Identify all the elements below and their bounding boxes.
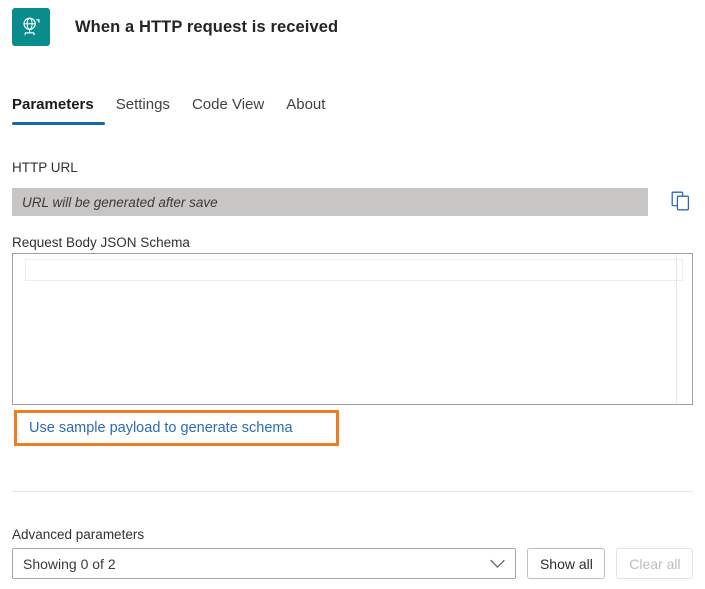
advanced-parameters-dropdown-value: Showing 0 of 2 bbox=[13, 556, 116, 572]
tab-settings-label: Settings bbox=[116, 96, 170, 113]
advanced-parameters-row: Showing 0 of 2 Show all Clear all bbox=[12, 548, 693, 579]
copy-icon bbox=[671, 191, 690, 214]
tab-about[interactable]: About bbox=[275, 92, 336, 118]
page-title: When a HTTP request is received bbox=[75, 18, 338, 37]
use-sample-payload-link[interactable]: Use sample payload to generate schema bbox=[17, 413, 336, 443]
tab-parameters[interactable]: Parameters bbox=[12, 92, 105, 118]
request-body-schema-label: Request Body JSON Schema bbox=[12, 235, 190, 250]
request-body-schema-editor[interactable] bbox=[12, 253, 693, 405]
schema-editor-gutter-divider bbox=[676, 255, 677, 403]
advanced-parameters-label: Advanced parameters bbox=[12, 527, 144, 542]
http-url-input[interactable] bbox=[12, 188, 648, 216]
tab-parameters-label: Parameters bbox=[12, 96, 94, 113]
sample-payload-highlight-box: Use sample payload to generate schema bbox=[14, 410, 339, 446]
http-url-label: HTTP URL bbox=[12, 160, 78, 175]
tab-selected-indicator bbox=[12, 122, 105, 125]
operation-header: When a HTTP request is received bbox=[12, 8, 338, 46]
tab-about-label: About bbox=[286, 96, 325, 113]
show-all-button[interactable]: Show all bbox=[527, 548, 605, 579]
http-request-globe-icon bbox=[12, 8, 50, 46]
tab-code-view[interactable]: Code View bbox=[181, 92, 275, 118]
copy-url-button[interactable] bbox=[666, 188, 694, 216]
tab-settings[interactable]: Settings bbox=[105, 92, 181, 118]
http-url-row bbox=[12, 188, 693, 216]
clear-all-button: Clear all bbox=[616, 548, 693, 579]
tab-code-view-label: Code View bbox=[192, 96, 264, 113]
tabstrip: Parameters Settings Code View About bbox=[12, 92, 336, 118]
advanced-parameters-dropdown[interactable]: Showing 0 of 2 bbox=[12, 548, 516, 579]
section-divider bbox=[12, 491, 693, 492]
schema-editor-first-line[interactable] bbox=[25, 259, 683, 281]
chevron-down-icon bbox=[490, 559, 505, 568]
